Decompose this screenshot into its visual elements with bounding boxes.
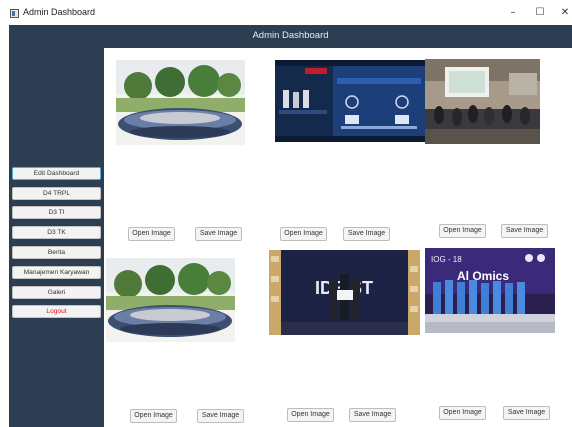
- sidebar-item-manajemen-karyawan[interactable]: Manajemen Karyawan: [12, 266, 101, 279]
- sidebar-item-d4-trpl[interactable]: D4 TRPL: [12, 187, 101, 200]
- save-image-button-3[interactable]: Save Image: [501, 224, 548, 238]
- window-title: Admin Dashboard: [23, 7, 96, 17]
- gallery-content: Open Image Save Image Open Image Save Im…: [104, 48, 572, 427]
- maximize-icon[interactable]: ☐: [531, 5, 549, 21]
- gallery-image-6: IOG - 18 Al Omics: [425, 248, 555, 333]
- save-image-button-2[interactable]: Save Image: [343, 227, 390, 241]
- dashboard-header: Admin Dashboard: [9, 25, 572, 48]
- app-icon: [10, 9, 19, 18]
- sidebar-item-edit-dashboard[interactable]: Edit Dashboard: [12, 167, 101, 180]
- open-image-button-2[interactable]: Open Image: [280, 227, 327, 241]
- sidebar-item-galeri[interactable]: Galeri: [12, 286, 101, 299]
- save-image-button-1[interactable]: Save Image: [195, 227, 242, 241]
- gallery-image-5: IDE ST: [269, 250, 420, 335]
- sidebar: Edit Dashboard D4 TRPL D3 TI D3 TK Berit…: [9, 48, 104, 427]
- page-title: Admin Dashboard: [252, 30, 329, 41]
- open-image-button-4[interactable]: Open Image: [130, 409, 177, 423]
- open-image-button-3[interactable]: Open Image: [439, 224, 486, 238]
- sidebar-item-logout[interactable]: Logout: [12, 305, 101, 318]
- open-image-button-1[interactable]: Open Image: [128, 227, 175, 241]
- gallery-image-2: [275, 60, 427, 142]
- gallery-image-4: [106, 258, 235, 342]
- svg-text:Al Omics: Al Omics: [457, 269, 509, 283]
- sidebar-item-berita[interactable]: Berita: [12, 246, 101, 259]
- save-image-button-5[interactable]: Save Image: [349, 408, 396, 422]
- open-image-button-5[interactable]: Open Image: [287, 408, 334, 422]
- sidebar-item-d3-ti[interactable]: D3 TI: [12, 206, 101, 219]
- gallery-image-1: [116, 60, 245, 145]
- open-image-button-6[interactable]: Open Image: [439, 406, 486, 420]
- window-titlebar: Admin Dashboard – ☐ ✕: [0, 0, 572, 25]
- sidebar-item-d3-tk[interactable]: D3 TK: [12, 226, 101, 239]
- save-image-button-6[interactable]: Save Image: [503, 406, 550, 420]
- gallery-image-3: [425, 59, 540, 144]
- close-icon[interactable]: ✕: [556, 5, 572, 21]
- svg-text:IOG - 18: IOG - 18: [431, 255, 462, 264]
- save-image-button-4[interactable]: Save Image: [197, 409, 244, 423]
- minimize-icon[interactable]: –: [504, 5, 522, 21]
